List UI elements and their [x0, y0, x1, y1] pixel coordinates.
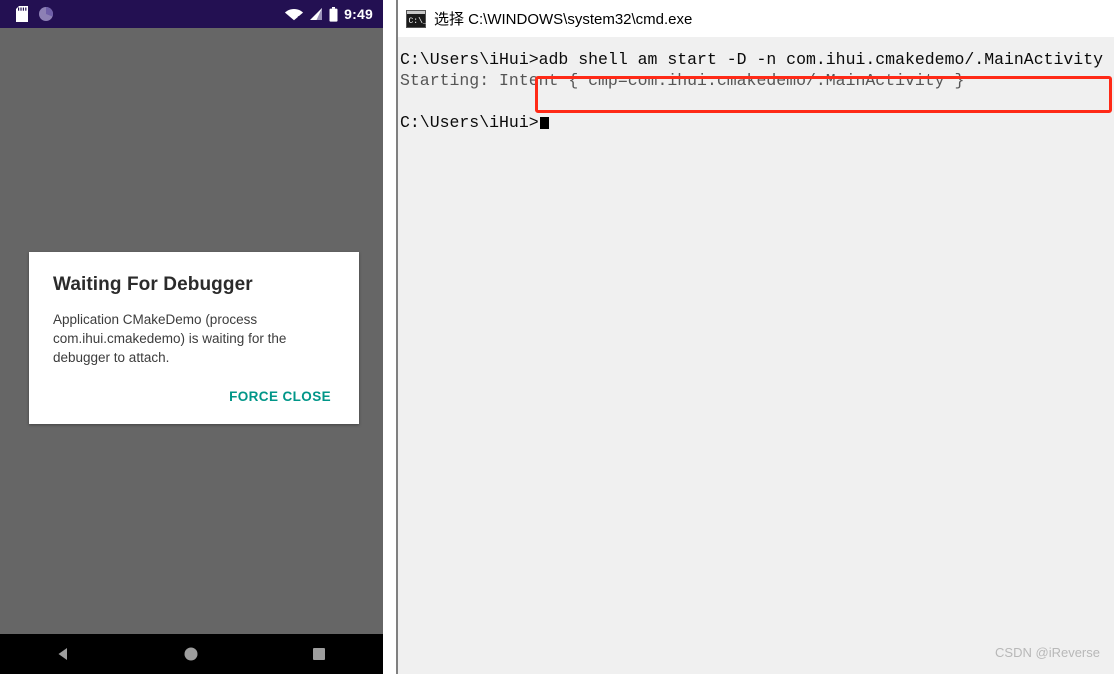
dialog-actions: FORCE CLOSE: [53, 385, 335, 414]
force-close-button[interactable]: FORCE CLOSE: [225, 385, 335, 408]
console-line-starting: Starting: Intent { cmp=com.ihui.cmakedem…: [400, 71, 965, 90]
android-navigation-bar: [0, 634, 383, 674]
dialog-message: Application CMakeDemo (process com.ihui.…: [53, 312, 287, 365]
status-bar-clock: 9:49: [344, 6, 373, 22]
console-title-text: 选择 C:\WINDOWS\system32\cmd.exe: [434, 11, 693, 28]
signal-icon: [309, 7, 323, 21]
svg-text:C:\_: C:\_: [409, 17, 427, 26]
wifi-off-icon: x: [285, 7, 304, 21]
console-prompt-text: C:\Users\iHui>: [400, 113, 539, 132]
status-bar-right-icons: x 9:49: [285, 6, 373, 22]
home-button[interactable]: [161, 634, 221, 674]
console-title-bar[interactable]: C:\_ 选择 C:\WINDOWS\system32\cmd.exe: [398, 0, 1114, 37]
android-status-bar: x 9:49: [0, 0, 383, 28]
back-button[interactable]: [34, 634, 94, 674]
svg-text:x: x: [298, 15, 302, 21]
screenshot-root: x 9:49 Waiting For Debugger Application …: [0, 0, 1114, 674]
cmd-icon: C:\_: [406, 9, 427, 28]
console-prompt-line: C:\Users\iHui>: [398, 112, 1114, 133]
sd-card-icon: [16, 6, 28, 22]
sync-icon: [38, 6, 54, 22]
dialog-title: Waiting For Debugger: [53, 274, 253, 295]
console-output-area[interactable]: C:\Users\iHui>adb shell am start -D -n c…: [398, 37, 1114, 674]
console-line-command: C:\Users\iHui>adb shell am start -D -n c…: [400, 50, 1104, 69]
status-bar-left-icons: [16, 6, 54, 22]
console-cursor: [539, 116, 549, 129]
cmd-console-window[interactable]: C:\_ 选择 C:\WINDOWS\system32\cmd.exe C:\U…: [396, 0, 1114, 674]
waiting-for-debugger-dialog: Waiting For Debugger Application CMakeDe…: [29, 252, 359, 424]
battery-icon: [329, 6, 338, 22]
android-device-screen: x 9:49 Waiting For Debugger Application …: [0, 0, 383, 674]
recents-button[interactable]: [289, 634, 349, 674]
watermark-text: CSDN @iReverse: [995, 645, 1100, 660]
